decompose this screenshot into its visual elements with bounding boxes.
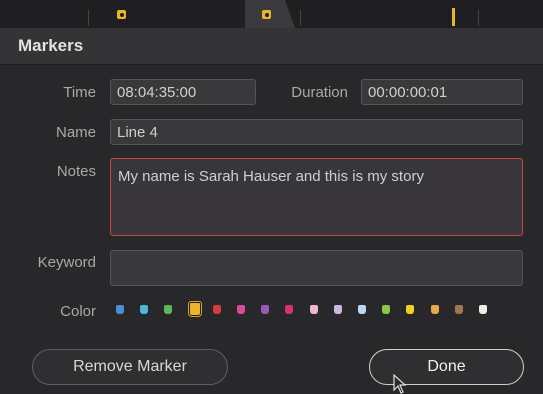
color-swatch[interactable] [479,305,487,314]
dialog-header: Markers [0,28,543,65]
keyword-field[interactable] [110,250,523,286]
duration-field[interactable]: 00:00:00:01 [361,79,523,105]
time-field[interactable]: 08:04:35:00 [110,79,256,105]
ruler-tick [88,10,89,26]
color-swatch[interactable] [285,305,294,314]
color-swatch[interactable] [454,305,463,314]
playhead-icon[interactable] [452,8,455,26]
ruler-tick [300,10,301,26]
keyword-label: Keyword [37,254,96,271]
timeline-ruler[interactable] [0,0,543,28]
name-field[interactable]: Line 4 [110,119,523,145]
mouse-cursor-icon [393,374,407,394]
dialog-title: Markers [18,36,84,55]
color-swatch[interactable] [188,302,201,316]
color-swatch[interactable] [430,305,439,314]
ruler-tick [478,10,479,26]
color-swatch[interactable] [237,305,245,314]
color-swatch[interactable] [261,305,270,314]
notes-field[interactable]: My name is Sarah Hauser and this is my s… [110,158,523,236]
color-swatch[interactable] [140,305,149,314]
color-swatch[interactable] [333,305,342,314]
notes-label: Notes [56,163,96,180]
color-label: Color [60,303,96,320]
color-swatch[interactable] [164,305,173,314]
color-swatch[interactable] [116,305,124,314]
marker-icon[interactable] [117,10,126,19]
remove-marker-button[interactable]: Remove Marker [32,349,228,385]
color-swatch[interactable] [406,305,415,314]
name-label: Name [55,124,96,141]
color-swatch[interactable] [309,305,318,314]
color-swatch[interactable] [358,305,366,314]
time-label: Time [63,84,96,101]
marker-icon[interactable] [262,10,271,19]
duration-label: Duration [291,84,348,101]
color-swatch[interactable] [212,305,221,314]
color-swatch[interactable] [382,305,391,314]
